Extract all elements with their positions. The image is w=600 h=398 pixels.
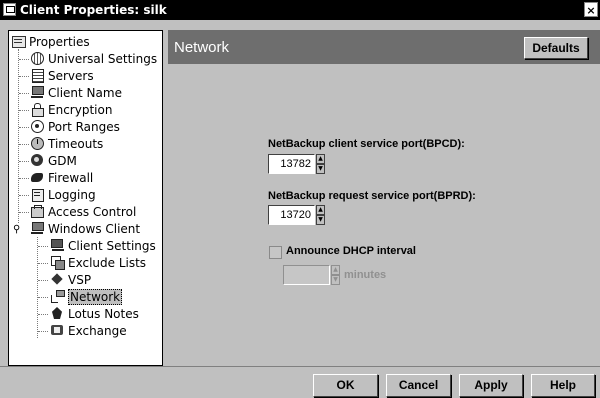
tree-item-lotus-notes[interactable]: Lotus Notes	[51, 306, 139, 323]
tree-branch	[19, 59, 29, 60]
ok-button[interactable]: OK	[313, 374, 378, 397]
dialog-footer: OK Cancel Apply Help	[0, 366, 600, 398]
announce-dhcp-checkbox[interactable]	[269, 246, 282, 259]
tree-branch	[19, 110, 29, 111]
dhcp-minutes-label: minutes	[344, 269, 387, 281]
bprd-port-input[interactable]: 13720	[268, 205, 315, 225]
tree-branch	[19, 76, 29, 77]
panel-title: Network	[174, 39, 230, 56]
bpcd-label: NetBackup client service port(BPCD):	[268, 138, 465, 150]
tree-branch	[19, 127, 29, 128]
gdm-icon	[31, 154, 44, 167]
tree-branch	[19, 144, 29, 145]
apply-button[interactable]: Apply	[459, 374, 523, 397]
announce-dhcp-label: Announce DHCP interval	[286, 245, 416, 257]
logging-icon	[31, 188, 44, 202]
tree-item-servers[interactable]: Servers	[31, 68, 94, 85]
tree-branch	[38, 280, 48, 281]
lotus-notes-icon	[51, 307, 64, 320]
close-button[interactable]: ×	[584, 2, 598, 17]
server-icon	[31, 69, 44, 83]
bpcd-up-arrow-icon[interactable]: ▲	[316, 154, 325, 164]
tree-branch	[38, 297, 48, 298]
computer-icon	[51, 239, 64, 252]
lock-icon	[31, 103, 44, 117]
tree-branch	[19, 93, 29, 94]
bprd-label: NetBackup request service port(BPRD):	[268, 190, 476, 202]
tree-item-exchange[interactable]: Exchange	[51, 323, 127, 340]
tree-branch	[19, 161, 29, 162]
tree-item-client-settings[interactable]: Client Settings	[51, 238, 156, 255]
tree-branch	[38, 331, 48, 332]
tree-item-vsp[interactable]: VSP	[51, 272, 91, 289]
tree-item-windows-client[interactable]: Windows Client	[31, 221, 140, 238]
window-title: Client Properties: silk	[20, 3, 167, 17]
tree-branch	[19, 195, 29, 196]
computer-icon	[31, 86, 44, 99]
exclude-list-icon	[51, 256, 65, 270]
bprd-up-arrow-icon[interactable]: ▲	[316, 205, 325, 215]
tree-item-client-name[interactable]: Client Name	[31, 85, 122, 102]
tree-branch	[19, 212, 29, 213]
tree-item-gdm[interactable]: GDM	[31, 153, 77, 170]
tree-item-firewall[interactable]: Firewall	[31, 170, 93, 187]
exchange-icon	[51, 324, 64, 337]
network-settings-panel: NetBackup client service port(BPCD): 137…	[168, 64, 600, 366]
window-icon	[3, 3, 16, 16]
properties-tree[interactable]: Properties Universal Settings Servers Cl…	[8, 30, 163, 366]
network-icon	[51, 290, 65, 303]
tree-branch	[19, 178, 29, 179]
bprd-down-arrow-icon[interactable]: ▼	[316, 215, 325, 225]
dhcp-down-arrow-icon[interactable]: ▼	[331, 275, 340, 285]
tree-item-timeouts[interactable]: Timeouts	[31, 136, 103, 153]
cancel-button[interactable]: Cancel	[386, 374, 451, 397]
tree-branch	[38, 246, 48, 247]
tree-item-encryption[interactable]: Encryption	[31, 102, 112, 119]
vsp-icon	[51, 273, 64, 286]
globe-icon	[31, 52, 44, 65]
computer-icon	[31, 222, 44, 235]
dhcp-up-arrow-icon[interactable]: ▲	[331, 265, 340, 275]
tree-branch	[38, 314, 48, 315]
tree-item-port-ranges[interactable]: Port Ranges	[31, 119, 120, 136]
tree-root-properties[interactable]: Properties	[12, 34, 90, 51]
target-icon	[31, 120, 44, 133]
bpcd-down-arrow-icon[interactable]: ▼	[316, 164, 325, 174]
collapse-windows-client-toggle[interactable]: ⚲	[13, 224, 20, 236]
access-control-icon	[31, 205, 44, 218]
tree-connector-line	[37, 237, 38, 338]
tree-item-access-control[interactable]: Access Control	[31, 204, 136, 221]
help-button[interactable]: Help	[531, 374, 595, 397]
bpcd-port-input[interactable]: 13782	[268, 154, 315, 174]
tree-item-network[interactable]: Network	[51, 289, 123, 306]
dhcp-interval-input[interactable]	[283, 265, 330, 285]
title-bar: Client Properties: silk ×	[0, 0, 600, 20]
tree-item-logging[interactable]: Logging	[31, 187, 96, 204]
tree-item-universal-settings[interactable]: Universal Settings	[31, 51, 157, 68]
clock-icon	[31, 137, 44, 150]
defaults-button[interactable]: Defaults	[524, 37, 588, 59]
properties-icon	[12, 35, 26, 48]
firewall-icon	[31, 171, 44, 184]
tree-item-exclude-lists[interactable]: Exclude Lists	[51, 255, 146, 272]
tree-branch	[38, 263, 48, 264]
panel-header: Network Defaults	[168, 30, 600, 64]
